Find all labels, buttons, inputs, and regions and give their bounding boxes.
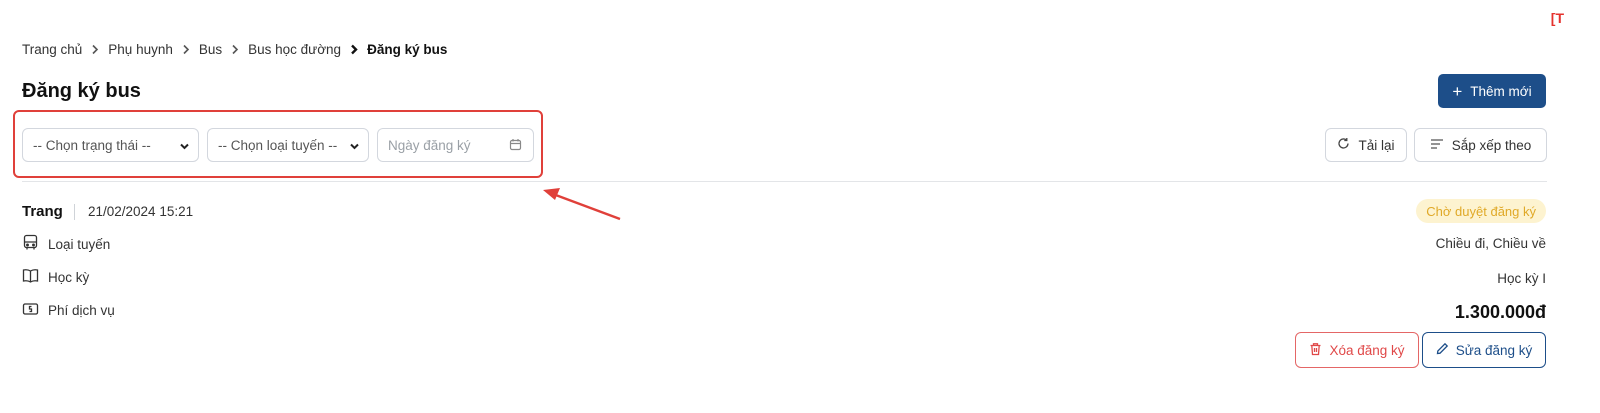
edit-registration-button[interactable]: Sửa đăng ký: [1422, 332, 1546, 368]
money-icon: [22, 302, 39, 319]
route-type-label: Loại tuyến: [48, 236, 111, 252]
delete-registration-label: Xóa đăng ký: [1329, 342, 1405, 358]
edit-registration-label: Sửa đăng ký: [1455, 342, 1533, 358]
semester-label: Học kỳ: [48, 270, 90, 285]
record-timestamp: 21/02/2024 15:21: [88, 204, 194, 219]
route-type-row: Loại tuyến: [22, 234, 110, 254]
pencil-icon: [1436, 342, 1449, 358]
record-separator: [74, 204, 75, 220]
service-fee-value: 1.300.000đ: [1454, 302, 1546, 322]
delete-registration-button[interactable]: Xóa đăng ký: [1295, 332, 1419, 368]
semester-value: Học kỳ I: [1497, 271, 1546, 286]
bus-icon: [22, 234, 39, 254]
service-fee-row: Phí dịch vụ: [22, 302, 115, 319]
status-badge: Chờ duyệt đăng ký: [1416, 199, 1546, 223]
semester-row: Học kỳ: [22, 268, 89, 287]
route-type-value: Chiều đi, Chiều về: [1435, 236, 1546, 251]
book-icon: [22, 268, 39, 287]
service-fee-label: Phí dịch vụ: [48, 303, 115, 318]
record-student-name: Trang: [22, 203, 63, 220]
trash-icon: [1309, 342, 1322, 359]
